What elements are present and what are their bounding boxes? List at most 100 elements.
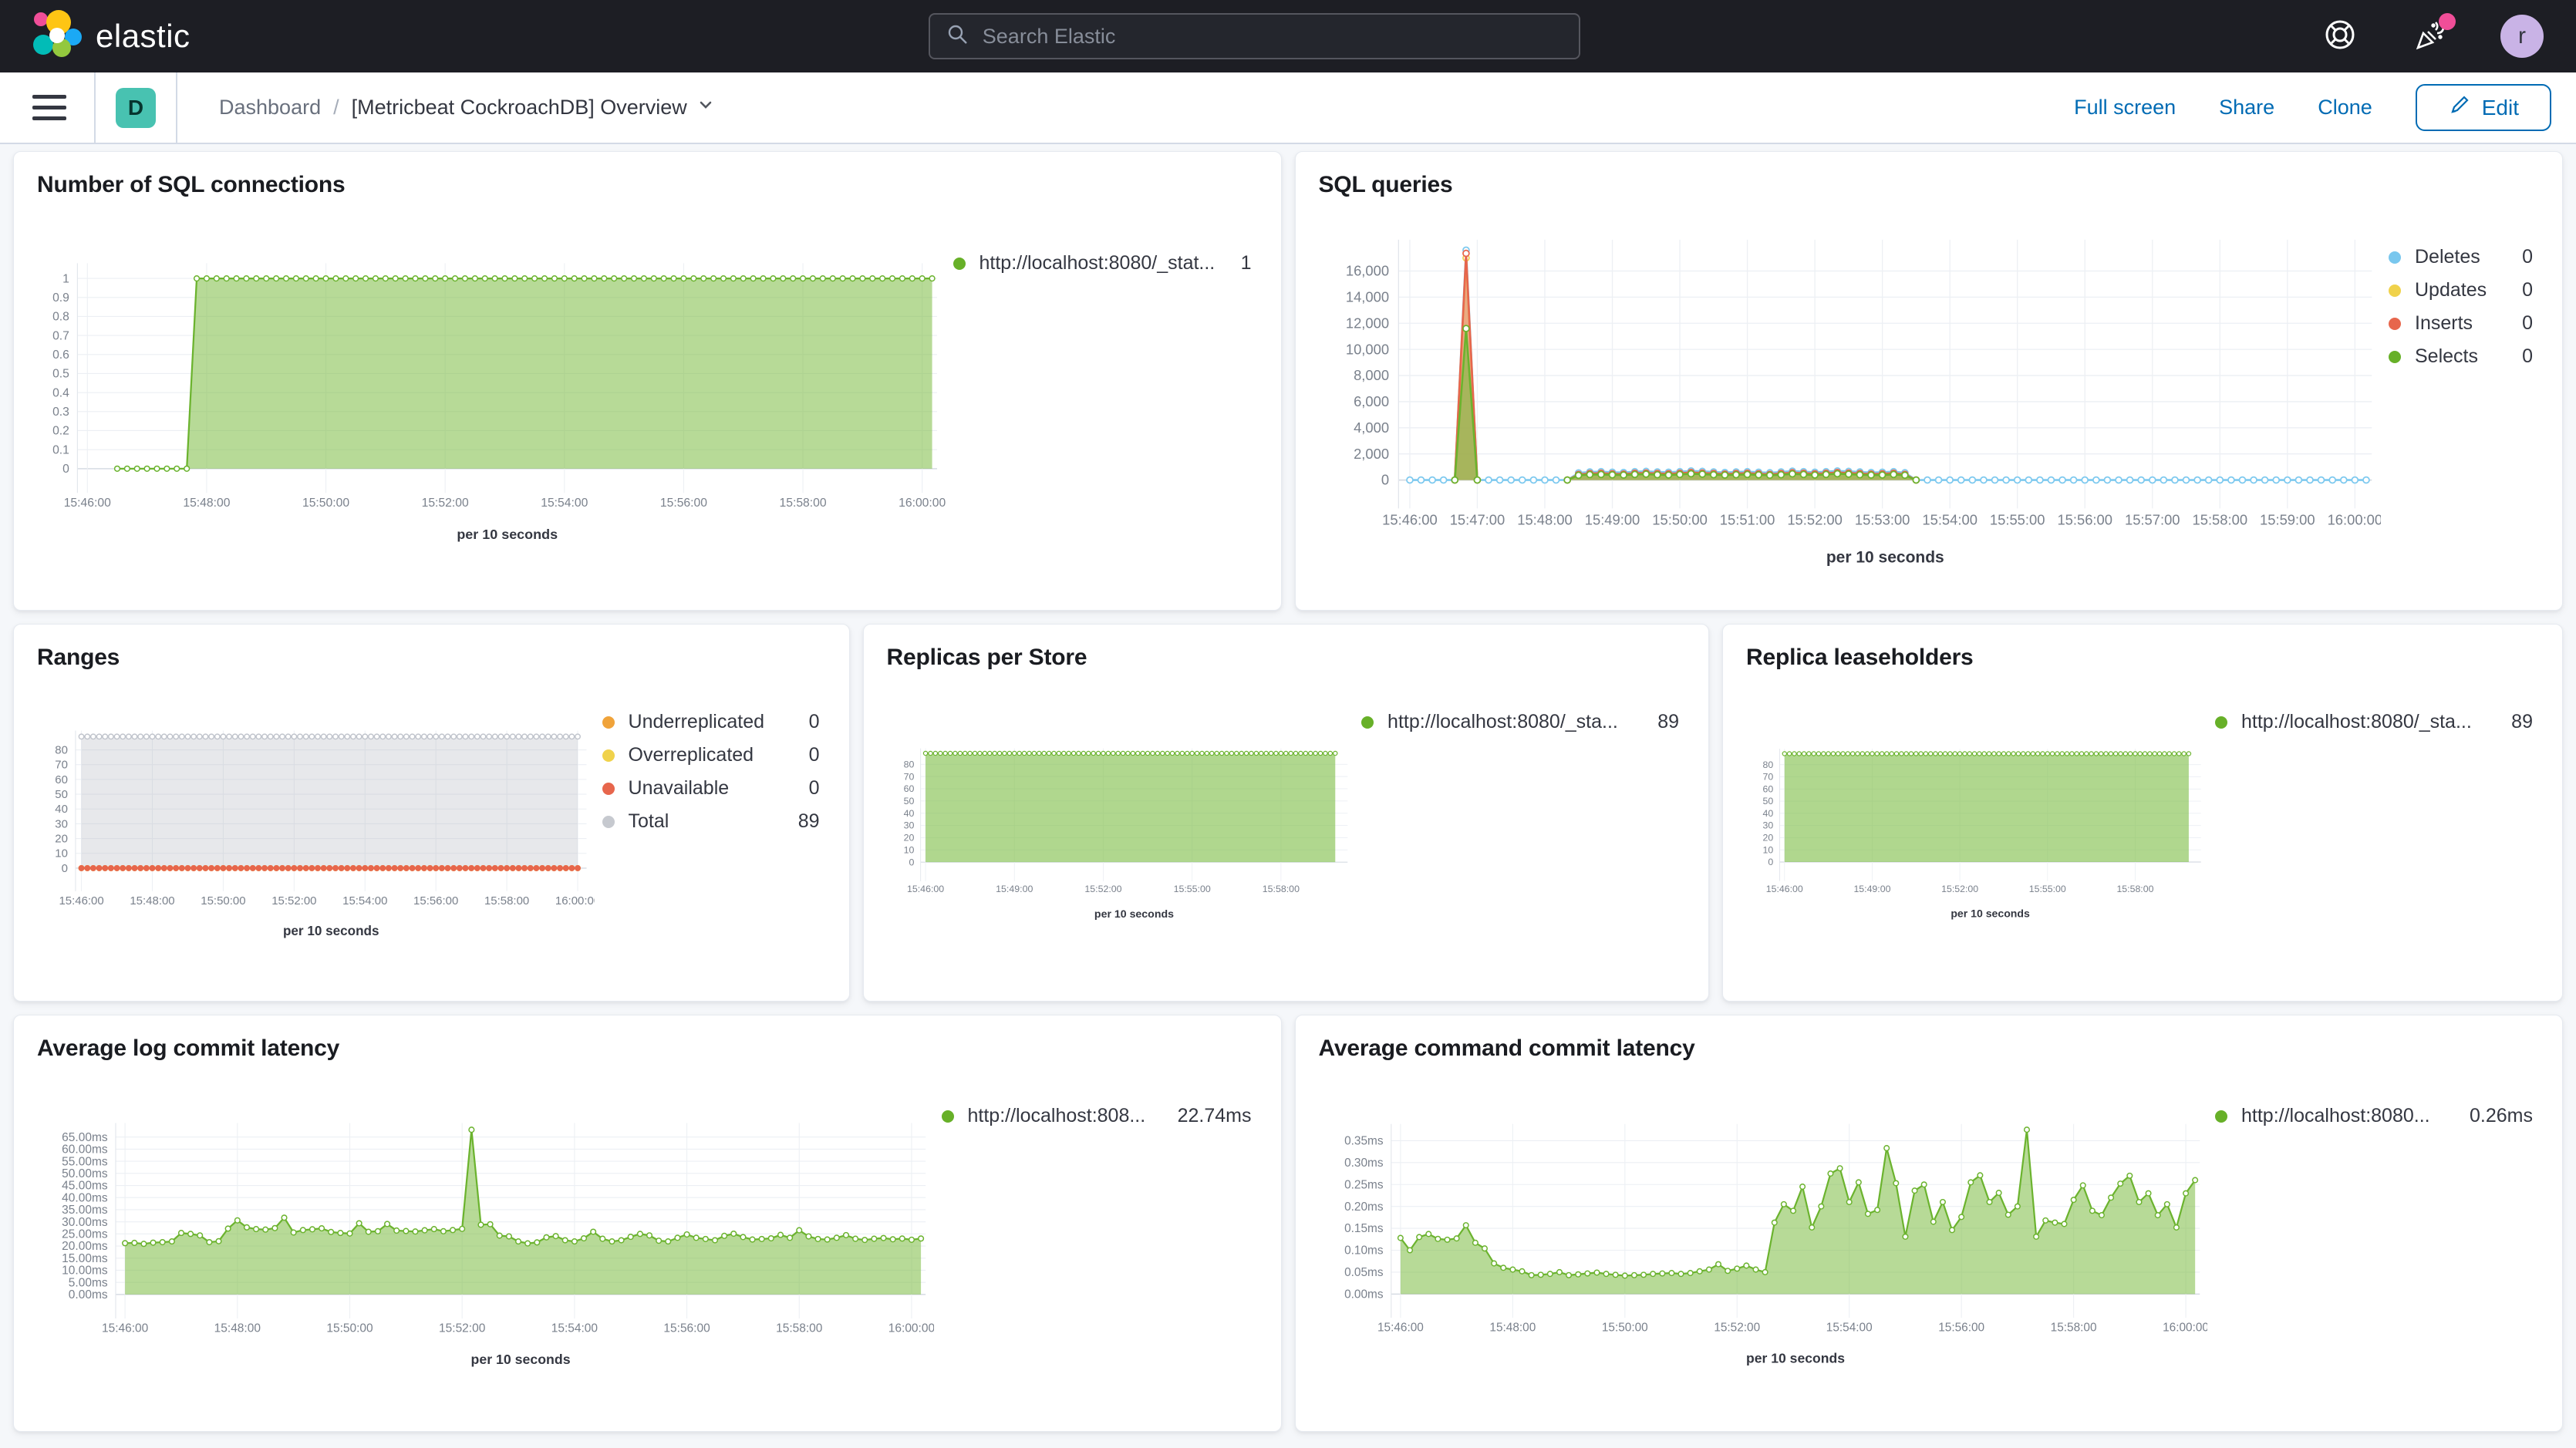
- legend-value: 0: [2522, 279, 2539, 301]
- svg-text:0.25ms: 0.25ms: [1344, 1178, 1384, 1191]
- legend-item[interactable]: Overreplicated0: [602, 744, 826, 766]
- elastic-logo-icon: [28, 8, 82, 66]
- menu-button[interactable]: [25, 85, 74, 131]
- svg-text:40.00ms: 40.00ms: [62, 1191, 108, 1204]
- svg-text:15:56:00: 15:56:00: [660, 497, 707, 510]
- svg-text:0.4: 0.4: [52, 386, 69, 399]
- svg-text:10: 10: [1763, 844, 1774, 855]
- svg-text:15:50:00: 15:50:00: [326, 1322, 373, 1335]
- svg-text:2,000: 2,000: [1354, 446, 1389, 462]
- legend-item[interactable]: Deletes0: [2389, 246, 2539, 268]
- svg-text:10,000: 10,000: [1345, 341, 1388, 357]
- svg-text:0.2: 0.2: [52, 425, 69, 438]
- notification-dot: [2439, 13, 2456, 30]
- legend-item[interactable]: Updates0: [2389, 279, 2539, 301]
- svg-text:0.00ms: 0.00ms: [1344, 1288, 1384, 1301]
- global-search[interactable]: [929, 13, 1580, 59]
- svg-text:15:58:00: 15:58:00: [2117, 884, 2154, 894]
- chart-canvas-sql-queries[interactable]: 02,0004,0006,0008,00010,00012,00014,0001…: [1319, 204, 2382, 599]
- panel-ranges: Ranges 0102030405060708015:46:0015:48:00…: [13, 624, 850, 1002]
- svg-text:15:48:00: 15:48:00: [183, 497, 230, 510]
- svg-text:15:58:00: 15:58:00: [2192, 511, 2247, 527]
- legend-item[interactable]: Underreplicated0: [602, 711, 826, 733]
- series-color-dot: [2215, 1110, 2227, 1123]
- legend-item[interactable]: http://localhost:808...22.74ms: [942, 1105, 1258, 1127]
- legend-item[interactable]: Inserts0: [2389, 312, 2539, 335]
- svg-text:40: 40: [1763, 808, 1774, 819]
- svg-text:60: 60: [55, 773, 68, 786]
- panel-title: SQL queries: [1319, 172, 2540, 198]
- svg-text:15:46:00: 15:46:00: [907, 884, 944, 894]
- svg-text:0: 0: [62, 463, 69, 476]
- svg-text:15:52:00: 15:52:00: [271, 894, 316, 908]
- svg-text:30: 30: [1763, 820, 1774, 831]
- chart-canvas-ranges[interactable]: 0102030405060708015:46:0015:48:0015:50:0…: [37, 677, 595, 990]
- legend-item[interactable]: Selects0: [2389, 345, 2539, 368]
- svg-text:0.30ms: 0.30ms: [1344, 1157, 1384, 1170]
- help-icon: [2322, 17, 2358, 56]
- legend-item[interactable]: http://localhost:8080...0.26ms: [2215, 1105, 2539, 1127]
- page-title[interactable]: [Metricbeat CockroachDB] Overview: [352, 96, 715, 120]
- svg-text:per 10 seconds: per 10 seconds: [1746, 1351, 1845, 1366]
- svg-text:0.8: 0.8: [52, 311, 69, 324]
- svg-text:10: 10: [55, 847, 68, 860]
- panel-title: Replica leaseholders: [1746, 645, 2539, 671]
- svg-text:80: 80: [55, 744, 68, 757]
- svg-text:15:55:00: 15:55:00: [1989, 511, 2045, 527]
- svg-text:16:00:00: 16:00:00: [555, 894, 595, 908]
- clone-button[interactable]: Clone: [2318, 96, 2372, 120]
- legend-label: http://localhost:8080/_sta...: [2241, 711, 2472, 733]
- chart-canvas-replicas[interactable]: 0102030405060708015:46:0015:49:0015:52:0…: [887, 677, 1354, 990]
- series-color-dot: [2389, 285, 2401, 297]
- svg-text:0: 0: [62, 862, 68, 875]
- svg-text:15:58:00: 15:58:00: [776, 1322, 823, 1335]
- search-input[interactable]: [983, 25, 1563, 49]
- svg-text:20: 20: [903, 833, 914, 844]
- legend-value: 89: [2511, 711, 2539, 733]
- user-avatar[interactable]: r: [2500, 15, 2544, 58]
- chevron-down-icon: [696, 96, 715, 120]
- legend-item[interactable]: http://localhost:8080/_sta...89: [1361, 711, 1685, 733]
- svg-text:15:58:00: 15:58:00: [2050, 1322, 2096, 1335]
- avatar-initial: r: [2518, 23, 2526, 49]
- panel-title: Number of SQL connections: [37, 172, 1258, 198]
- svg-text:0.6: 0.6: [52, 349, 69, 362]
- legend-item[interactable]: http://localhost:8080/_sta... 89: [2215, 711, 2539, 733]
- svg-text:0: 0: [909, 857, 914, 867]
- share-button[interactable]: Share: [2219, 96, 2274, 120]
- svg-text:15:54:00: 15:54:00: [1922, 511, 1978, 527]
- chart-canvas-sql-connections[interactable]: 00.10.20.30.40.50.60.70.80.9115:46:0015:…: [37, 204, 946, 599]
- series-color-dot: [602, 716, 615, 729]
- svg-text:per 10 seconds: per 10 seconds: [1951, 908, 2030, 920]
- svg-text:0.1: 0.1: [52, 443, 69, 456]
- dashboard-app-badge[interactable]: D: [116, 88, 156, 128]
- svg-text:15:46:00: 15:46:00: [1382, 511, 1438, 527]
- chart-canvas-leaseholders[interactable]: 0102030405060708015:46:0015:49:0015:52:0…: [1746, 677, 2207, 990]
- chart-plot: 00.10.20.30.40.50.60.70.80.9115:46:0015:…: [52, 263, 945, 542]
- chart-legend: http://localhost:808...22.74ms: [934, 1068, 1258, 1420]
- breadcrumb-dashboard-link[interactable]: Dashboard: [219, 96, 321, 120]
- chart-canvas-command-latency[interactable]: 0.00ms0.05ms0.10ms0.15ms0.20ms0.25ms0.30…: [1319, 1068, 2208, 1420]
- elastic-logo[interactable]: elastic: [28, 8, 191, 66]
- svg-text:15:50:00: 15:50:00: [201, 894, 245, 908]
- edit-button[interactable]: Edit: [2416, 84, 2551, 131]
- legend-item[interactable]: Total89: [602, 810, 826, 833]
- svg-text:15:47:00: 15:47:00: [1449, 511, 1505, 527]
- help-button[interactable]: [2318, 15, 2362, 58]
- series-color-dot: [2389, 318, 2401, 330]
- svg-text:15:56:00: 15:56:00: [2057, 511, 2112, 527]
- svg-text:15:58:00: 15:58:00: [779, 497, 826, 510]
- svg-text:35.00ms: 35.00ms: [62, 1204, 108, 1217]
- svg-text:50: 50: [903, 796, 914, 807]
- chart-canvas-log-latency[interactable]: 0.00ms5.00ms10.00ms15.00ms20.00ms25.00ms…: [37, 1068, 934, 1420]
- legend-item[interactable]: Unavailable0: [602, 777, 826, 800]
- svg-text:15:50:00: 15:50:00: [1652, 511, 1708, 527]
- divider: [176, 72, 177, 143]
- svg-text:15:50:00: 15:50:00: [302, 497, 349, 510]
- chart-plot: 0102030405060708015:46:0015:49:0015:52:0…: [903, 749, 1347, 921]
- panel-sql-connections: Number of SQL connections 00.10.20.30.40…: [13, 151, 1282, 611]
- full-screen-button[interactable]: Full screen: [2074, 96, 2176, 120]
- newsfeed-button[interactable]: [2409, 15, 2453, 58]
- legend-item[interactable]: http://localhost:8080/_stat...1: [953, 252, 1258, 274]
- svg-text:30: 30: [55, 817, 68, 830]
